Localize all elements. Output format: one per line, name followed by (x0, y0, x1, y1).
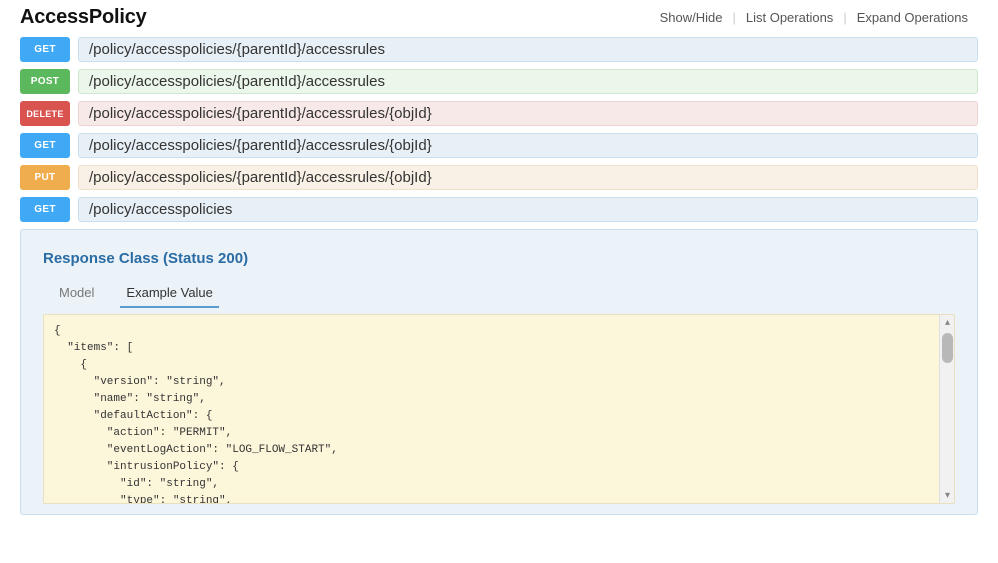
endpoint-path[interactable]: /policy/accesspolicies/{parentId}/access… (78, 165, 978, 190)
list-operations-link[interactable]: List Operations (736, 10, 843, 25)
http-method-badge[interactable]: PUT (20, 165, 70, 190)
endpoint-path[interactable]: /policy/accesspolicies/{parentId}/access… (78, 37, 978, 62)
http-method-badge[interactable]: DELETE (20, 101, 70, 126)
endpoint-row[interactable]: GET/policy/accesspolicies (20, 197, 978, 222)
http-method-badge[interactable]: GET (20, 197, 70, 222)
endpoint-path[interactable]: /policy/accesspolicies (78, 197, 978, 222)
http-method-badge[interactable]: GET (20, 133, 70, 158)
http-method-badge[interactable]: POST (20, 69, 70, 94)
page-title: AccessPolicy (20, 6, 147, 29)
scroll-up-icon[interactable]: ▴ (940, 315, 955, 330)
endpoint-row[interactable]: POST/policy/accesspolicies/{parentId}/ac… (20, 69, 978, 94)
endpoint-row[interactable]: GET/policy/accesspolicies/{parentId}/acc… (20, 37, 978, 62)
endpoint-path[interactable]: /policy/accesspolicies/{parentId}/access… (78, 101, 978, 126)
show-hide-link[interactable]: Show/Hide (650, 10, 733, 25)
endpoint-path[interactable]: /policy/accesspolicies/{parentId}/access… (78, 133, 978, 158)
scroll-down-icon[interactable]: ▾ (940, 488, 955, 503)
expanded-operation-panel: Response Class (Status 200) Model Exampl… (20, 229, 978, 515)
endpoint-row[interactable]: PUT/policy/accesspolicies/{parentId}/acc… (20, 165, 978, 190)
endpoint-list: GET/policy/accesspolicies/{parentId}/acc… (20, 37, 978, 222)
response-tabs: Model Example Value (43, 281, 955, 308)
response-class-heading: Response Class (Status 200) (43, 250, 955, 267)
section-header: AccessPolicy Show/Hide | List Operations… (20, 0, 978, 37)
scrollbar-track[interactable]: ▴ ▾ (939, 315, 954, 503)
http-method-badge[interactable]: GET (20, 37, 70, 62)
scroll-thumb[interactable] (942, 333, 953, 363)
expand-operations-link[interactable]: Expand Operations (847, 10, 978, 25)
tab-model[interactable]: Model (53, 281, 100, 308)
endpoint-row[interactable]: GET/policy/accesspolicies/{parentId}/acc… (20, 133, 978, 158)
endpoint-row[interactable]: DELETE/policy/accesspolicies/{parentId}/… (20, 101, 978, 126)
endpoint-path[interactable]: /policy/accesspolicies/{parentId}/access… (78, 69, 978, 94)
header-actions: Show/Hide | List Operations | Expand Ope… (650, 10, 978, 25)
example-code-wrap: { "items": [ { "version": "string", "nam… (43, 314, 955, 504)
example-code[interactable]: { "items": [ { "version": "string", "nam… (44, 315, 954, 503)
tab-example-value[interactable]: Example Value (120, 281, 218, 308)
